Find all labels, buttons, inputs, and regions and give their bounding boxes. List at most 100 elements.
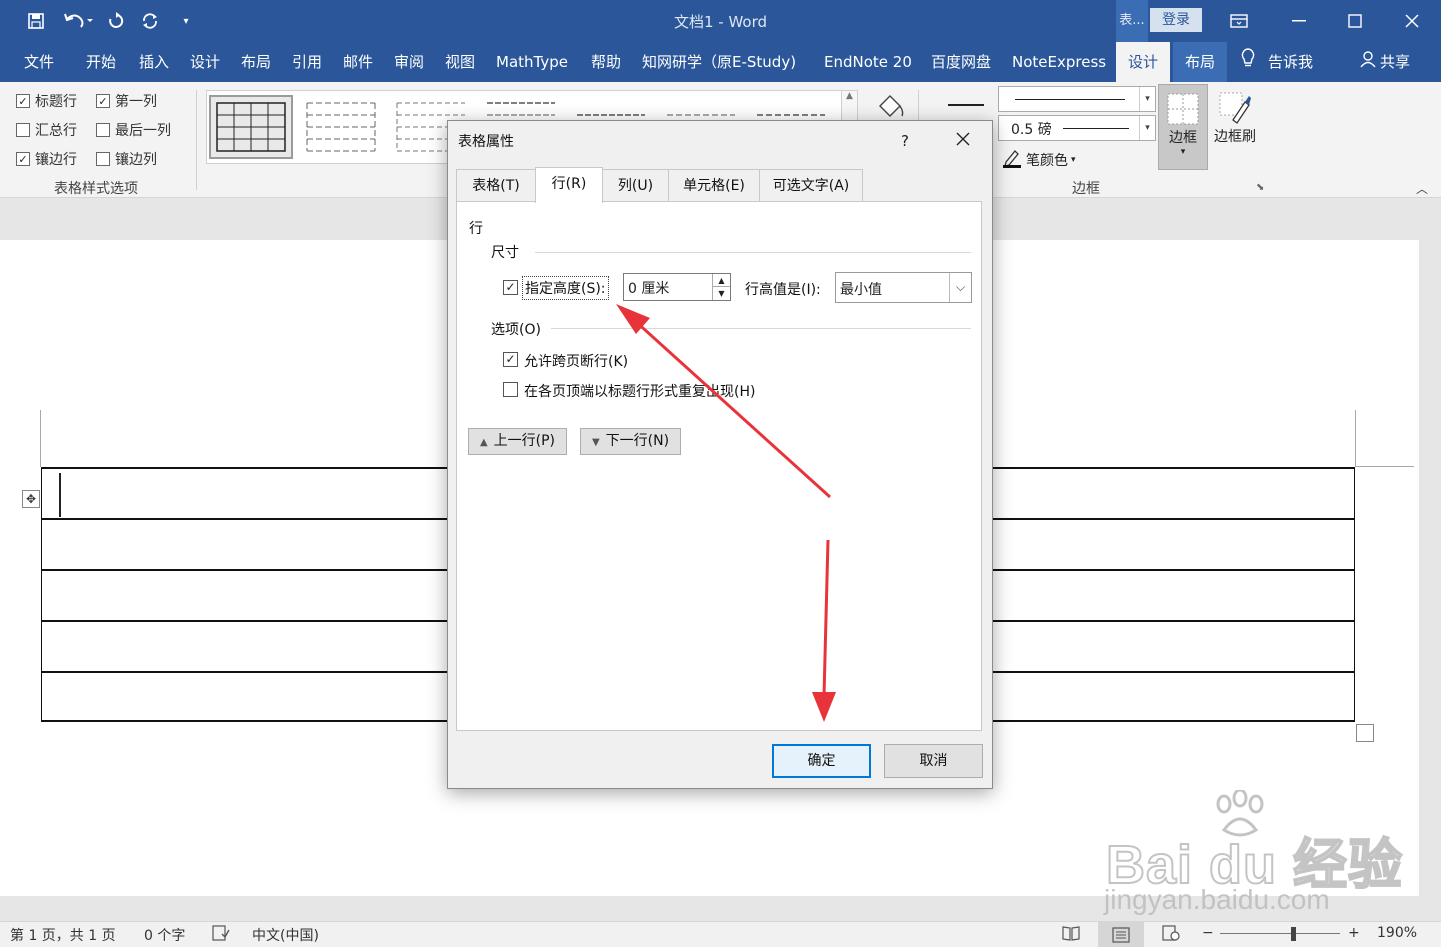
redo-icon[interactable] [102,7,130,35]
tab-table-layout[interactable]: 布局 [1173,42,1228,82]
allow-row-break-label[interactable]: 允许跨页断行(K) [524,351,628,371]
minimize-icon[interactable] [1270,0,1328,42]
read-mode-icon[interactable] [1062,925,1080,945]
help-icon[interactable]: ? [890,127,920,155]
ok-button[interactable]: 确定 [772,744,871,778]
tab-table-design[interactable]: 设计 [1116,42,1171,82]
tab-help[interactable]: 帮助 [591,42,621,82]
ribbon-display-options-icon[interactable] [1210,0,1268,42]
table-style-plain-1[interactable] [301,95,385,159]
line-style-dropdown[interactable]: ▾ [998,86,1156,112]
login-button[interactable]: 登录 [1150,8,1202,32]
tab-row[interactable]: 行(R) [535,167,603,203]
tab-alt-text[interactable]: 可选文字(A) [759,169,863,201]
language-indicator[interactable]: 中文(中国) [252,925,319,945]
print-layout-icon[interactable] [1098,922,1144,947]
row-height-spinner[interactable]: 0 厘米 ▲ ▼ [623,273,731,301]
section-options-label: 选项(O) [491,322,541,338]
share-label: 共享 [1380,53,1411,71]
chevron-down-icon: ▾ [1071,155,1076,165]
chevron-down-icon: ⌵ [949,273,971,302]
cancel-button[interactable]: 取消 [884,744,983,778]
tab-design[interactable]: 设计 [190,42,220,82]
tab-home[interactable]: 开始 [86,42,116,82]
line-weight-dropdown[interactable]: 0.5 磅 ▾ [998,115,1156,141]
triangle-down-icon: ▼ [591,437,600,448]
table-style-grid[interactable] [209,95,293,159]
close-icon[interactable] [948,127,978,155]
zoom-level[interactable]: 190% [1377,925,1417,941]
checkbox-box [96,123,110,137]
zoom-out-icon[interactable]: − [1202,925,1214,941]
tab-mathtype[interactable]: MathType [496,42,568,82]
border-painter-icon [1219,92,1251,124]
share-button[interactable]: 共享 [1360,42,1410,82]
row-height-rule-select[interactable]: 最小值 ⌵ [835,272,972,303]
tab-cell[interactable]: 单元格(E) [668,169,760,201]
pen-color-button[interactable]: 笔颜色 ▾ [1002,148,1076,172]
undo-icon[interactable] [58,7,98,35]
word-count[interactable]: 0 个字 [144,925,185,945]
page-count[interactable]: 第 1 页，共 1 页 [10,925,116,945]
repeat-header-label[interactable]: 在各页顶端以标题行形式重复出现(H) [524,381,755,401]
header-row-checkbox[interactable]: ✓ 标题行 [16,91,77,111]
banded-columns-checkbox[interactable]: 镶边列 [96,149,157,169]
tab-review[interactable]: 审阅 [394,42,424,82]
maximize-icon[interactable] [1326,0,1384,42]
borders-group-label: 边框 [1072,181,1100,197]
tab-view[interactable]: 视图 [445,42,475,82]
spin-up-icon[interactable]: ▲ [712,274,730,287]
checkbox-box [16,123,30,137]
tab-references[interactable]: 引用 [292,42,322,82]
specify-height-checkbox[interactable]: ✓ [503,280,518,295]
zoom-slider-thumb[interactable] [1291,927,1296,941]
specify-height-label[interactable]: 指定高度(S): [522,276,609,300]
tab-layout[interactable]: 布局 [241,42,271,82]
table-column-border [41,467,42,722]
tab-file[interactable]: 文件 [24,42,54,82]
banded-rows-checkbox[interactable]: ✓ 镶边行 [16,149,77,169]
group-separator [196,90,197,190]
tab-mailings[interactable]: 邮件 [343,42,373,82]
zoom-slider-track[interactable] [1220,933,1340,934]
first-column-checkbox[interactable]: ✓ 第一列 [96,91,157,111]
tab-column[interactable]: 列(U) [602,169,669,201]
previous-row-button[interactable]: ▲ 上一行(P) [468,428,567,455]
collapse-ribbon-icon[interactable]: ︿ [1416,180,1428,197]
tab-cnki-study[interactable]: 知网研学（原E-Study) [642,42,796,82]
pen-icon [1002,148,1022,172]
total-row-checkbox[interactable]: 汇总行 [16,120,77,140]
dialog-title: 表格属性 [458,134,514,150]
table-style-options-group-label: 表格样式选项 [54,181,138,197]
border-style-sample[interactable] [948,104,984,106]
table-move-handle-icon[interactable]: ✥ [22,490,40,508]
save-icon[interactable] [22,7,50,35]
borders-button[interactable]: 边框 ▾ [1158,84,1208,170]
tab-insert[interactable]: 插入 [139,42,169,82]
zoom-in-icon[interactable]: + [1348,925,1360,941]
next-row-button[interactable]: ▼ 下一行(N) [580,428,681,455]
tab-table[interactable]: 表格(T) [456,169,536,201]
checkbox-box: ✓ [16,152,30,166]
spin-down-icon[interactable]: ▼ [712,287,730,300]
web-layout-icon[interactable] [1162,925,1180,945]
repeat-icon[interactable] [136,7,164,35]
line-weight-preview [1063,128,1129,129]
tab-noteexpress[interactable]: NoteExpress [1012,42,1106,82]
last-column-checkbox[interactable]: 最后一列 [96,120,171,140]
allow-row-break-checkbox[interactable]: ✓ [503,352,518,367]
dialog-launcher-icon[interactable]: ⬊ [1256,182,1264,193]
proofing-icon[interactable] [212,925,230,945]
border-painter-button[interactable]: 边框刷 [1210,84,1260,170]
chevron-down-icon: ▾ [1180,147,1186,157]
row-height-value: 0 厘米 [628,281,670,297]
close-window-icon[interactable] [1383,0,1441,42]
table-resize-handle[interactable] [1356,724,1374,742]
checkbox-box [96,152,110,166]
row-tab-panel: 行 尺寸 ✓ 指定高度(S): 0 厘米 ▲ ▼ 行高值是(I): 最小值 ⌵ … [456,201,982,731]
repeat-header-checkbox[interactable] [503,382,518,397]
customize-qat-icon[interactable]: ▾ [172,7,200,35]
tab-baidu-netdisk[interactable]: 百度网盘 [931,42,991,82]
tab-endnote[interactable]: EndNote 20 [824,42,912,82]
tell-me[interactable]: 告诉我 [1240,42,1313,82]
